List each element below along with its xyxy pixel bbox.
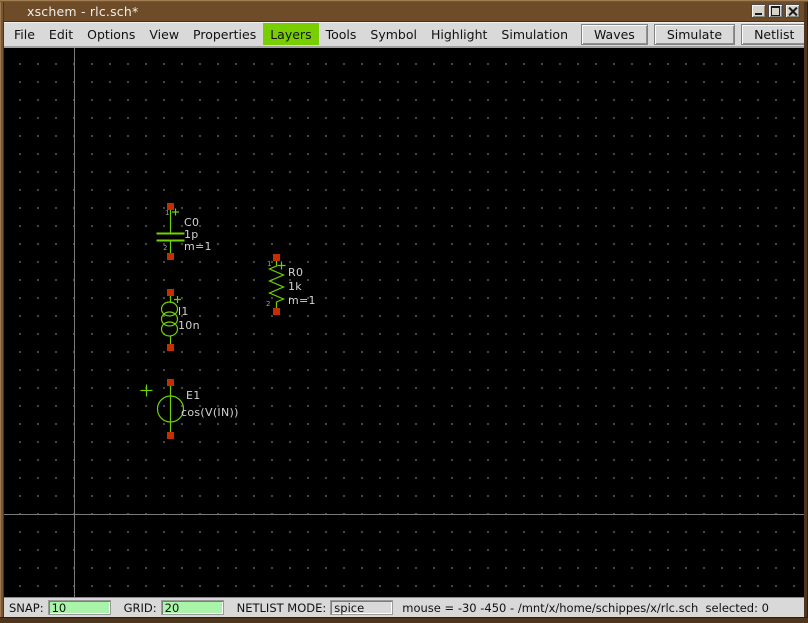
- component-capacitor[interactable]: 1 2 C0 1p m=1: [157, 203, 212, 260]
- menu-highlight[interactable]: Highlight: [424, 23, 494, 45]
- snap-input[interactable]: 10: [48, 600, 111, 615]
- window-border-bottom: [0, 617, 808, 623]
- resistor-m-label: m=1: [288, 294, 316, 307]
- window-border-left: [0, 2, 4, 623]
- minimize-icon: [755, 13, 762, 15]
- close-icon: [788, 7, 797, 16]
- window-controls: [751, 4, 800, 18]
- inductor-name-label: l1: [178, 305, 189, 318]
- component-resistor[interactable]: 1 2 R0 1k m=1: [266, 254, 316, 315]
- source-plus-icon: [141, 385, 153, 397]
- mouse-coordinates-status: mouse = -30 -450 - /mnt/x/home/schippes/…: [402, 601, 769, 615]
- source-value-label: cos(V(IN)): [181, 406, 239, 419]
- inductor-value-label: 10n: [178, 319, 200, 332]
- resistor-pin2-number: 2: [266, 300, 270, 308]
- schematic-drawing: 1 2 C0 1p m=1 1 2 R0 1k m=1: [4, 48, 804, 597]
- source-name-label: E1: [186, 389, 201, 402]
- menu-tools[interactable]: Tools: [319, 23, 364, 45]
- capacitor-pin2-box[interactable]: [167, 253, 174, 260]
- inductor-pin1-box[interactable]: [167, 289, 174, 296]
- menu-symbol[interactable]: Symbol: [363, 23, 424, 45]
- capacitor-pin1-number: 1: [165, 209, 169, 217]
- menu-simulation[interactable]: Simulation: [494, 23, 575, 45]
- grid-input[interactable]: 20: [161, 600, 224, 615]
- resistor-name-label: R0: [288, 266, 303, 279]
- schematic-canvas[interactable]: 1 2 C0 1p m=1 1 2 R0 1k m=1: [4, 48, 804, 597]
- maximize-button[interactable]: [768, 4, 783, 18]
- capacitor-m-label: m=1: [184, 240, 212, 253]
- maximize-icon: [771, 6, 780, 16]
- inductor-pin2-box[interactable]: [167, 344, 174, 351]
- menu-properties[interactable]: Properties: [186, 23, 263, 45]
- snap-label: SNAP:: [9, 601, 44, 615]
- window-title: xschem - rlc.sch*: [27, 4, 138, 19]
- source-pin-top-box[interactable]: [167, 379, 174, 386]
- resistor-pin1-number: 1: [267, 260, 271, 268]
- minimize-button[interactable]: [751, 4, 766, 18]
- capacitor-pin2-number: 2: [163, 244, 167, 252]
- menubar: File Edit Options View Properties Layers…: [4, 22, 804, 48]
- simulate-button[interactable]: Simulate: [654, 24, 735, 45]
- inductor-plus-icon: [174, 296, 181, 303]
- menu-options[interactable]: Options: [80, 23, 142, 45]
- netlist-button[interactable]: Netlist: [741, 24, 807, 45]
- resistor-value-label: 1k: [288, 280, 302, 293]
- netlist-mode-label: NETLIST MODE:: [237, 601, 327, 615]
- component-inductor[interactable]: l1 10n: [162, 289, 200, 351]
- resistor-pin2-box[interactable]: [273, 308, 280, 315]
- window-border-right: [804, 2, 808, 623]
- waves-button[interactable]: Waves: [581, 24, 648, 45]
- source-pin-bottom-box[interactable]: [167, 432, 174, 439]
- resistor-plus-icon: [278, 262, 286, 270]
- menu-layers[interactable]: Layers: [263, 23, 318, 45]
- netlist-mode-input[interactable]: spice: [330, 600, 393, 615]
- grid-label: GRID:: [124, 601, 157, 615]
- menu-edit[interactable]: Edit: [42, 23, 80, 45]
- titlebar[interactable]: xschem - rlc.sch*: [0, 2, 808, 22]
- resistor-pin1-box[interactable]: [273, 254, 280, 261]
- statusbar: SNAP: 10 GRID: 20 NETLIST MODE: spice mo…: [4, 597, 804, 617]
- menu-view[interactable]: View: [142, 23, 186, 45]
- component-source[interactable]: E1 cos(V(IN)): [141, 379, 239, 439]
- menu-file[interactable]: File: [7, 23, 42, 45]
- close-button[interactable]: [785, 4, 800, 18]
